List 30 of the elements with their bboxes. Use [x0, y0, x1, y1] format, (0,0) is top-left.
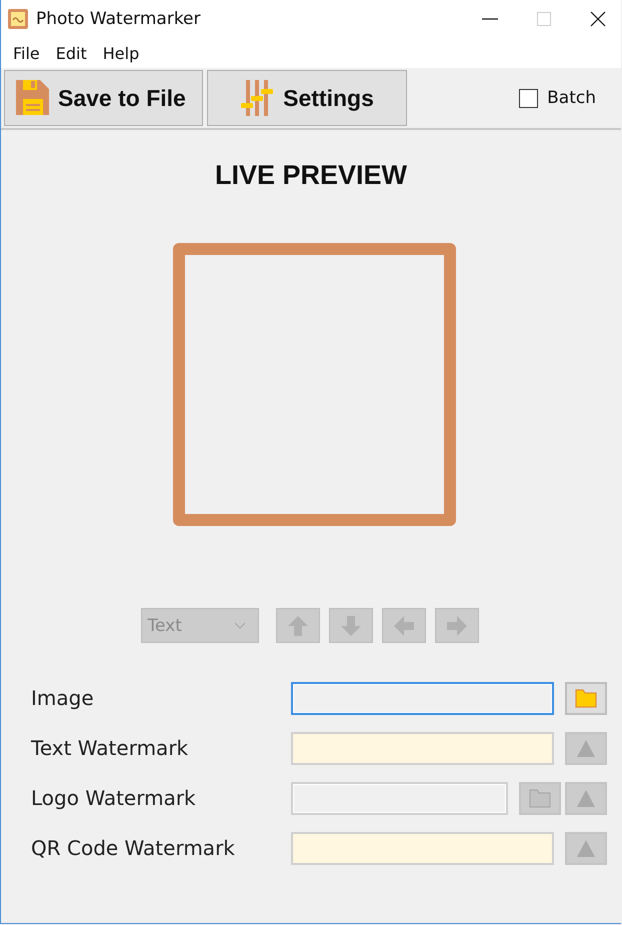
sliders-icon — [240, 79, 276, 117]
menu-item[interactable]: File — [5, 44, 48, 62]
batch-checkbox[interactable] — [519, 88, 538, 108]
preview-title: LIVE PREVIEW — [214, 160, 408, 191]
settings-button[interactable]: Settings — [207, 70, 407, 126]
menu-item[interactable]: Edit — [48, 44, 95, 62]
folder-icon — [574, 687, 598, 709]
folder-icon — [528, 787, 552, 809]
arrow-right-icon — [444, 614, 468, 638]
arrow-down-icon — [338, 614, 362, 638]
input-field[interactable] — [291, 832, 554, 864]
save-button[interactable]: Save to File — [4, 70, 203, 126]
field-label: Logo Watermark — [31, 786, 197, 810]
checkbox-label: Batch — [547, 88, 596, 108]
minimize-icon — [482, 18, 498, 20]
window-title: Photo Watermarker — [36, 9, 201, 29]
menu-item[interactable]: Help — [94, 44, 148, 62]
close-icon — [590, 11, 606, 27]
arrow-left-icon — [392, 614, 416, 638]
maximize-icon — [536, 11, 552, 27]
browse-button[interactable] — [565, 682, 607, 714]
field-label: Text Watermark — [31, 736, 190, 760]
arrow-up-icon — [286, 614, 310, 638]
field-label: Image — [31, 686, 95, 710]
chevron-down-icon — [234, 622, 246, 630]
field-label: QR Code Watermark — [31, 836, 236, 860]
input-field[interactable] — [291, 732, 554, 764]
app-icon — [7, 8, 29, 30]
input-field[interactable] — [291, 682, 554, 714]
input-field[interactable] — [291, 782, 508, 814]
